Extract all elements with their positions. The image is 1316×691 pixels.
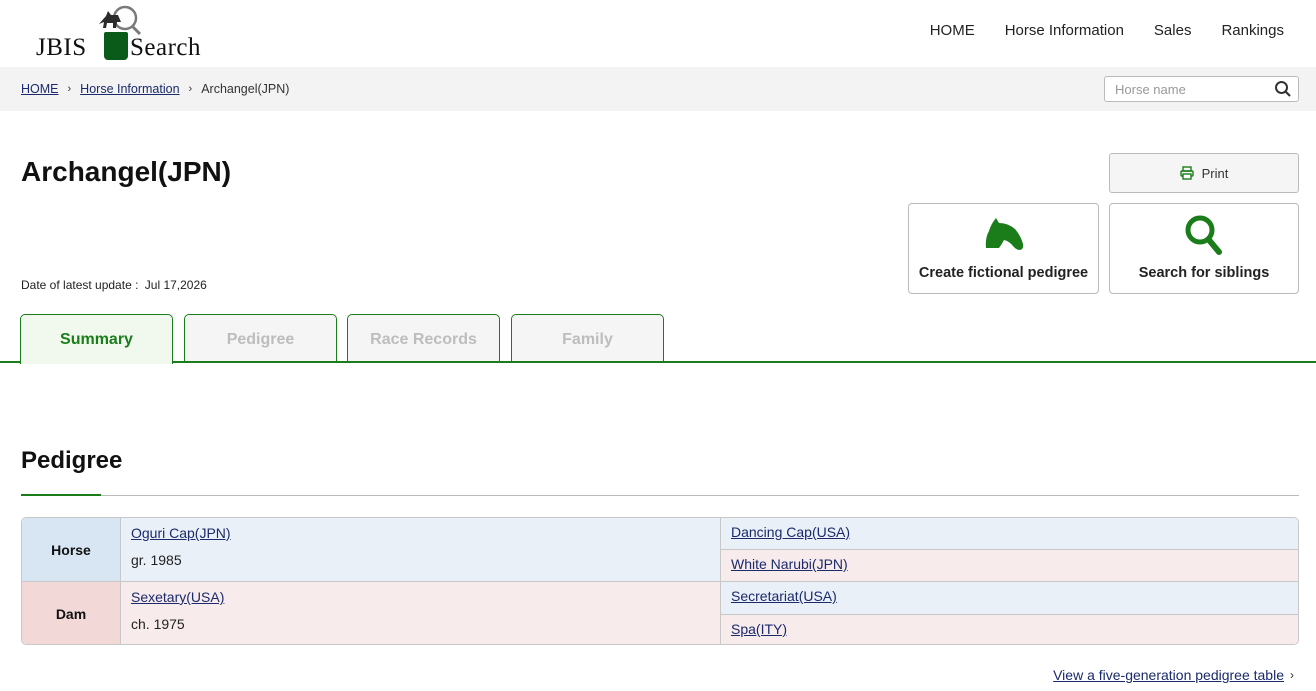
last-update-text: Date of latest update : Jul 17,2026	[21, 278, 207, 292]
print-button[interactable]: Print	[1109, 153, 1299, 193]
dam-sire-link[interactable]: Secretariat(USA)	[731, 588, 837, 604]
pedigree-section-title: Pedigree	[21, 447, 123, 474]
breadcrumb-home[interactable]: HOME	[21, 82, 59, 96]
pedigree-row-sire: Horse Oguri Cap(JPN) gr. 1985 Dancing Ca…	[22, 518, 1298, 581]
pedigree-row-header: Horse	[22, 518, 121, 581]
site-header: JBIS Search HOME Horse Information Sales…	[0, 0, 1316, 67]
pedigree-main-cell: Oguri Cap(JPN) gr. 1985	[121, 518, 721, 581]
sire-sire-cell: Dancing Cap(USA)	[721, 518, 1298, 549]
pedigree-main-cell: Sexetary(USA) ch. 1975	[121, 582, 721, 644]
breadcrumb-bar: HOME › Horse Information › Archangel(JPN…	[0, 67, 1316, 111]
tab-family[interactable]: Family	[511, 314, 664, 363]
search-for-siblings-label: Search for siblings	[1138, 265, 1270, 281]
jbis-search-logo[interactable]: JBIS Search	[36, 4, 206, 62]
nav-rankings[interactable]: Rankings	[1221, 22, 1284, 39]
breadcrumb: HOME › Horse Information › Archangel(JPN…	[21, 82, 289, 96]
sire-detail: gr. 1985	[131, 552, 182, 568]
horse-head-icon	[985, 218, 1023, 250]
logo-text-search: Search	[130, 34, 202, 61]
horse-name-input[interactable]	[1115, 78, 1275, 100]
breadcrumb-separator: ›	[67, 83, 72, 95]
page-title: Archangel(JPN)	[21, 156, 232, 187]
tab-race-records[interactable]: Race Records	[347, 314, 500, 363]
section-divider	[21, 495, 1299, 496]
dam-link[interactable]: Sexetary(USA)	[131, 589, 720, 605]
top-nav: HOME Horse Information Sales Rankings	[900, 22, 1284, 39]
breadcrumb-current: Archangel(JPN)	[201, 82, 290, 96]
create-fictional-pedigree-label: Create fictional pedigree	[918, 265, 1089, 281]
printer-icon	[1179, 166, 1194, 180]
dam-dam-cell: Spa(ITY)	[721, 614, 1298, 644]
chevron-right-icon: ›	[1290, 668, 1294, 682]
logo-text-jbis: JBIS	[36, 34, 87, 61]
search-icon[interactable]	[1274, 80, 1292, 103]
last-update-date: Jul 17,2026	[144, 278, 207, 292]
nav-home[interactable]: HOME	[930, 22, 975, 39]
print-label: Print	[1201, 165, 1229, 181]
five-generation-pedigree-link[interactable]: View a five-generation pedigree table	[1053, 667, 1284, 683]
breadcrumb-horse-information[interactable]: Horse Information	[80, 82, 179, 96]
last-update-label: Date of latest update :	[21, 278, 139, 292]
magnifier-icon	[1185, 215, 1222, 255]
tab-summary[interactable]: Summary	[20, 314, 173, 364]
horse-search-box	[1104, 76, 1299, 102]
search-for-siblings-button[interactable]: Search for siblings	[1109, 203, 1299, 294]
logo-can-shape	[104, 32, 128, 60]
section-divider-accent	[21, 494, 101, 496]
tab-underline	[0, 361, 1316, 363]
sire-link[interactable]: Oguri Cap(JPN)	[131, 525, 720, 541]
nav-horse-information[interactable]: Horse Information	[1005, 22, 1124, 39]
pedigree-table: Horse Oguri Cap(JPN) gr. 1985 Dancing Ca…	[21, 517, 1299, 645]
dam-detail: ch. 1975	[131, 616, 185, 632]
breadcrumb-separator: ›	[188, 83, 193, 95]
tab-pedigree[interactable]: Pedigree	[184, 314, 337, 363]
tab-bar: Summary Pedigree Race Records Family	[0, 314, 1316, 364]
five-generation-link-wrap: View a five-generation pedigree table ›	[1053, 667, 1294, 683]
sire-sire-link[interactable]: Dancing Cap(USA)	[731, 524, 850, 540]
dam-sire-cell: Secretariat(USA)	[721, 582, 1298, 614]
pedigree-row-header: Dam	[22, 582, 121, 644]
dam-dam-link[interactable]: Spa(ITY)	[731, 621, 787, 637]
sire-dam-cell: White Narubi(JPN)	[721, 549, 1298, 581]
pedigree-row-dam: Dam Sexetary(USA) ch. 1975 Secretariat(U…	[22, 581, 1298, 644]
nav-sales[interactable]: Sales	[1154, 22, 1192, 39]
sire-dam-link[interactable]: White Narubi(JPN)	[731, 556, 848, 572]
create-fictional-pedigree-button[interactable]: Create fictional pedigree	[908, 203, 1099, 294]
